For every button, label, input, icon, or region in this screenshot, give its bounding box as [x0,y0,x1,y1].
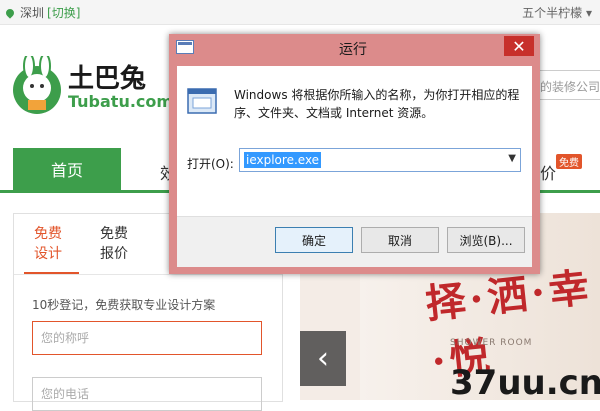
close-icon: ✕ [512,36,526,56]
free-badge: 免费 [556,154,582,169]
dialog-title-bar[interactable]: 运行 ✕ [169,34,540,62]
browse-button[interactable]: 浏览(B)... [447,227,525,253]
watermark-text: 37uu.cn [450,363,600,400]
banner-caption: SHOWER ROOM [450,338,533,348]
open-value: iexplore.exe [244,152,322,168]
run-program-icon [187,88,217,114]
banner-prev-button[interactable]: ‹ [300,331,346,386]
tabs-divider [14,274,282,275]
close-button[interactable]: ✕ [504,36,534,56]
tab-free-quote-label: 免费报价 [100,226,128,262]
tab-free-design-label: 免费设计 [34,226,62,262]
switch-city-link[interactable]: [切换] [47,4,80,21]
signup-intro: 10秒登记，免费获取专业设计方案 [32,298,216,312]
dialog-description: Windows 将根据你所输入的名称，为你打开相应的程序、文件夹、文档或 Int… [234,88,520,120]
logo-chinese-name: 土巴兔 [68,64,147,94]
phone-input[interactable]: 您的电话 [32,377,262,411]
chevron-left-icon: ‹ [317,341,329,376]
logo-domain: Tubatu.com [68,92,174,111]
chevron-down-icon[interactable]: ▼ [508,153,516,164]
tab-free-design[interactable]: 免费设计 [18,224,78,264]
top-bar: 深圳 [切换] 五个半柠檬 ▾ [0,0,600,25]
run-window-icon [176,40,194,54]
location-city: 深圳 [20,6,45,20]
name-input[interactable]: 您的称呼 [32,321,262,355]
cancel-button[interactable]: 取消 [361,227,439,253]
user-menu[interactable]: 五个半柠檬 ▾ [522,4,592,21]
ok-button[interactable]: 确定 [275,227,353,253]
location-selector[interactable]: 深圳 [切换] [4,4,80,21]
search-placeholder: 的装修公司 [540,80,600,94]
dialog-body: Windows 将根据你所输入的名称，为你打开相应的程序、文件夹、文档或 Int… [177,66,532,216]
rabbit-logo-icon [13,56,61,114]
dialog-title: 运行 [339,42,367,58]
site-logo[interactable]: 土巴兔 Tubatu.com [12,52,173,122]
location-pin-icon [4,6,16,19]
open-label: 打开(O): [187,157,234,171]
tab-free-quote[interactable]: 免费报价 [84,224,144,264]
nav-item-home[interactable]: 首页 [13,148,121,190]
nav-item-price[interactable]: 价 [540,160,556,184]
dialog-footer: 确定 取消 浏览(B)... [177,216,532,267]
run-dialog: 运行 ✕ Windows 将根据你所输入的名称，为你打开相应的程序、文件夹、文档… [169,34,540,274]
open-combobox[interactable]: iexplore.exe ▼ [239,148,521,172]
